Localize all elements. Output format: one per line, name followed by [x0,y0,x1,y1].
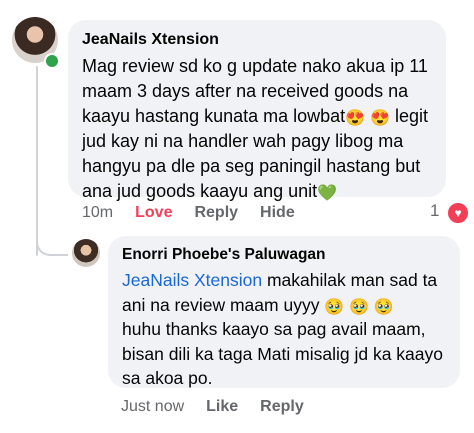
reply-text-part: huhu thanks kaayo sa pag avail maam, bis… [122,319,443,388]
love-button[interactable]: Love [135,204,172,222]
comment-author[interactable]: JeaNails Xtension [82,30,432,50]
pleading-face-emoji: 🥹 [324,298,345,316]
heart-eyes-emoji: 😍 [370,110,391,127]
comment-actions: 10m Love Reply Hide [82,204,295,222]
reply-text: JeaNails Xtension makahilak man sad ta a… [122,268,446,391]
mention-link[interactable]: JeaNails Xtension [122,270,262,290]
comment-text: Mag review sd ko g update nako akua ip 1… [82,54,432,204]
hide-button[interactable]: Hide [260,204,295,222]
pleading-face-emoji: 🥹 [373,298,394,316]
green-heart-emoji: 💚 [317,185,338,202]
reply-bubble: Enorri Phoebe's Paluwagan JeaNails Xtens… [108,236,460,388]
reply-actions: Just now Like Reply [121,398,304,416]
heart-eyes-emoji: 😍 [345,110,366,127]
pleading-face-emoji: 🥹 [349,298,370,316]
like-button[interactable]: Like [206,398,238,416]
reply-button[interactable]: Reply [194,204,238,222]
reaction-count[interactable]: 1 [430,201,439,221]
heart-icon[interactable]: ♥ [446,201,470,225]
reply-avatar[interactable] [72,239,100,267]
reply-author[interactable]: Enorri Phoebe's Paluwagan [122,245,446,265]
comment-bubble: JeaNails Xtension Mag review sd ko g upd… [68,20,446,202]
comment-timestamp[interactable]: 10m [82,204,113,222]
reply-timestamp[interactable]: Just now [121,398,184,416]
reply-button[interactable]: Reply [260,398,304,416]
thread-connector [36,228,68,256]
online-status-indicator [44,53,60,69]
